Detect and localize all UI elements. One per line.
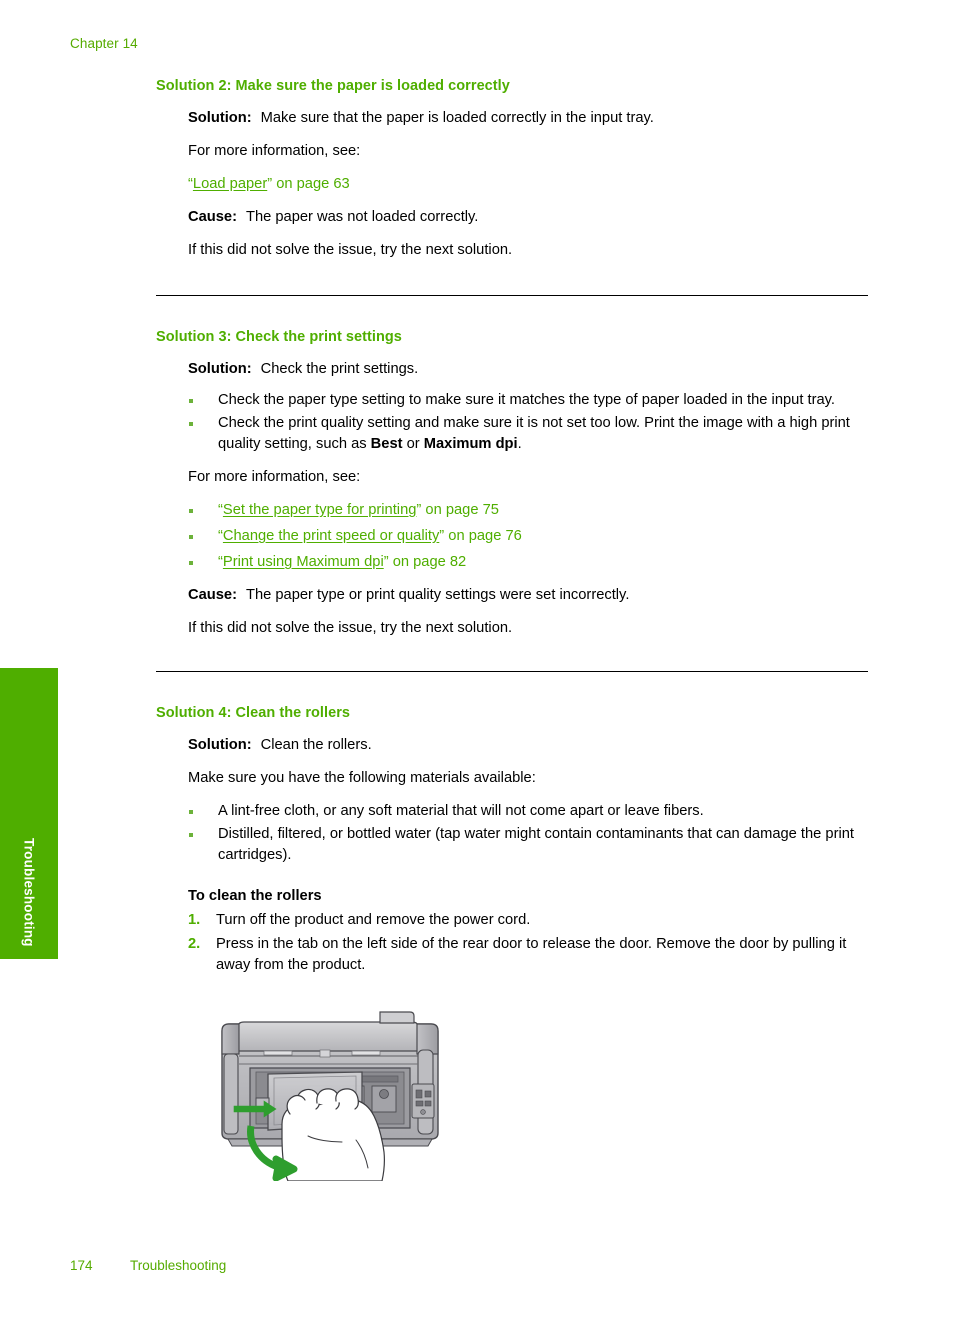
list-item: Check the paper type setting to make sur… bbox=[188, 390, 868, 411]
printer-vent-notch bbox=[351, 1050, 381, 1056]
section-divider-1 bbox=[156, 295, 868, 296]
page-content: Solution 2: Make sure the paper is loade… bbox=[156, 78, 868, 1186]
list-item: Turn off the product and remove the powe… bbox=[188, 910, 868, 931]
cause-paragraph: Cause: The paper was not loaded correctly… bbox=[156, 207, 868, 228]
page-footer: 174 Troubleshooting bbox=[70, 1258, 226, 1273]
solution-text: Make sure that the paper is loaded corre… bbox=[260, 110, 654, 126]
printer-rear-door-removal-illustration bbox=[221, 1011, 439, 1182]
step-text: Turn off the product and remove the powe… bbox=[216, 912, 531, 928]
section-solution-4: Solution 4: Clean the rollers Solution: C… bbox=[156, 705, 868, 1186]
list-item: “Print using Maximum dpi” on page 82 bbox=[188, 552, 868, 573]
section-divider-2 bbox=[156, 671, 868, 672]
list-item-text: Distilled, filtered, or bottled water (t… bbox=[218, 826, 854, 863]
cause-label: Cause: bbox=[188, 209, 237, 225]
list-item: Press in the tab on the left side of the… bbox=[188, 934, 868, 976]
cross-reference-page: on page 76 bbox=[444, 528, 522, 544]
more-information-label: For more information, see: bbox=[188, 469, 361, 485]
printer-left-cap bbox=[221, 1023, 240, 1055]
printer-left-side-strip bbox=[223, 1053, 239, 1135]
list-item: A lint-free cloth, or any soft material … bbox=[188, 801, 868, 822]
more-information-label: For more information, see: bbox=[188, 143, 361, 159]
cause-text: The paper type or print quality settings… bbox=[245, 587, 630, 603]
solution-label: Solution: bbox=[188, 737, 252, 753]
footer-page-number: 174 bbox=[70, 1258, 93, 1273]
link-change-the-print-speed-or-quality[interactable]: Change the print speed or quality bbox=[223, 528, 439, 544]
paper-tray-extension bbox=[379, 1011, 415, 1024]
materials-intro: Make sure you have the following materia… bbox=[188, 770, 536, 786]
solution-paragraph: Solution: Clean the rollers. bbox=[156, 735, 868, 756]
list-item-text: Check the paper type setting to make sur… bbox=[218, 392, 835, 408]
cross-reference-page: on page 75 bbox=[421, 502, 499, 518]
print-settings-checklist: Check the paper type setting to make sur… bbox=[156, 390, 868, 455]
list-item: Distilled, filtered, or bottled water (t… bbox=[188, 824, 868, 866]
cause-label: Cause: bbox=[188, 587, 237, 603]
link-set-the-paper-type-for-printing[interactable]: Set the paper type for printing bbox=[223, 502, 417, 518]
list-item: Check the print quality setting and make… bbox=[188, 413, 868, 455]
chapter-running-head: Chapter 14 bbox=[70, 36, 138, 51]
cause-paragraph: Cause: The paper type or print quality se… bbox=[156, 585, 868, 606]
cross-reference-page: on page 82 bbox=[388, 554, 467, 570]
printer-vent-notch bbox=[263, 1050, 293, 1056]
cause-text: The paper was not loaded correctly. bbox=[245, 209, 479, 225]
section-solution-3: Solution 3: Check the print settings Sol… bbox=[156, 329, 868, 639]
cross-reference: “Load paper” on page 63 bbox=[156, 174, 868, 195]
next-solution-note: If this did not solve the issue, try the… bbox=[188, 242, 513, 258]
link-load-paper[interactable]: Load paper bbox=[193, 176, 267, 192]
port-panel bbox=[411, 1083, 435, 1119]
list-item-text: A lint-free cloth, or any soft material … bbox=[218, 803, 704, 819]
solution-label: Solution: bbox=[188, 361, 252, 377]
cross-reference-page: on page 63 bbox=[272, 176, 350, 192]
printer-top-lid bbox=[237, 1021, 419, 1052]
solution-paragraph: Solution: Check the print settings. bbox=[156, 359, 868, 380]
solution-text: Clean the rollers. bbox=[260, 737, 372, 753]
figure-printer-rear-door bbox=[156, 1006, 868, 1186]
footer-section-label: Troubleshooting bbox=[130, 1258, 227, 1273]
emphasis-best: Best bbox=[370, 436, 403, 452]
list-item: “Set the paper type for printing” on pag… bbox=[188, 500, 868, 521]
section-heading: Solution 3: Check the print settings bbox=[156, 329, 402, 345]
list-item-conjunction: or bbox=[402, 436, 424, 452]
list-item-text: Check the print quality setting and make… bbox=[218, 415, 850, 452]
side-thumb-tab-label: Troubleshooting bbox=[21, 838, 37, 947]
list-item: “Change the print speed or quality” on p… bbox=[188, 526, 868, 547]
solution-text: Check the print settings. bbox=[260, 361, 419, 377]
next-solution-note: If this did not solve the issue, try the… bbox=[188, 620, 513, 636]
step-text: Press in the tab on the left side of the… bbox=[216, 936, 847, 973]
link-print-using-maximum-dpi[interactable]: Print using Maximum dpi bbox=[223, 554, 384, 570]
procedure-title: To clean the rollers bbox=[188, 888, 322, 904]
section-heading: Solution 4: Clean the rollers bbox=[156, 705, 351, 721]
procedure-steps: Turn off the product and remove the powe… bbox=[156, 910, 868, 976]
materials-list: A lint-free cloth, or any soft material … bbox=[156, 801, 868, 866]
emphasis-maximum-dpi: Maximum dpi bbox=[423, 436, 518, 452]
side-thumb-tab: Troubleshooting bbox=[0, 668, 58, 959]
list-item-period: . bbox=[517, 436, 522, 452]
solution-label: Solution: bbox=[188, 110, 252, 126]
section-heading: Solution 2: Make sure the paper is loade… bbox=[156, 78, 510, 94]
section-solution-2: Solution 2: Make sure the paper is loade… bbox=[156, 78, 868, 261]
printer-latch-notch bbox=[319, 1049, 331, 1058]
solution-paragraph: Solution: Make sure that the paper is loa… bbox=[156, 108, 868, 129]
cross-reference-list: “Set the paper type for printing” on pag… bbox=[156, 500, 868, 573]
